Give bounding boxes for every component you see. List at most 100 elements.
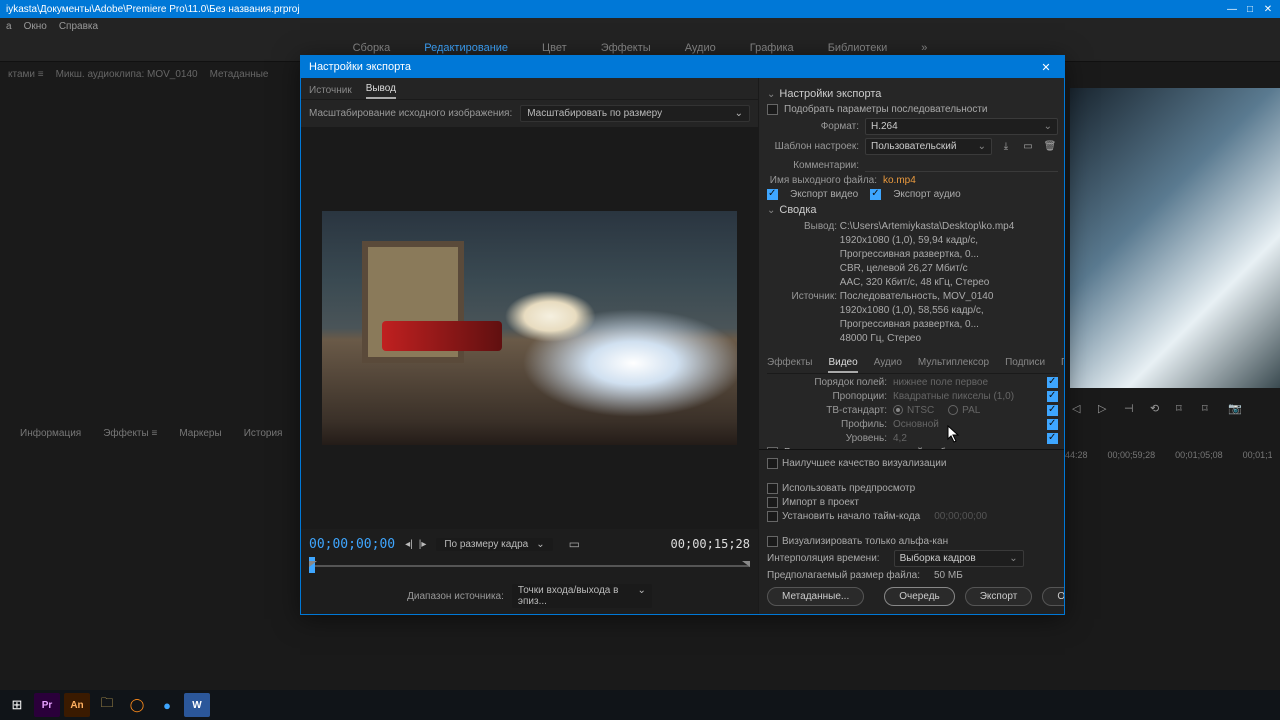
tab-audio[interactable]: Аудио bbox=[874, 354, 902, 373]
delete-preset-icon[interactable]: 🗑 bbox=[1042, 139, 1058, 155]
scrub-bar[interactable] bbox=[309, 557, 750, 575]
level-lock[interactable] bbox=[1047, 433, 1058, 444]
panel-tab[interactable]: ктами ≡ bbox=[8, 69, 44, 80]
level-label: Уровень: bbox=[767, 433, 887, 444]
fit-dropdown[interactable]: По размеру кадра ⌄ bbox=[436, 538, 552, 551]
tab-captions[interactable]: Подписи bbox=[1005, 354, 1045, 373]
play-control-icon[interactable]: ⊣ bbox=[1124, 402, 1136, 422]
profile-lock[interactable] bbox=[1047, 419, 1058, 430]
chevron-down-icon: ⌄ bbox=[1044, 121, 1052, 132]
menu-item[interactable]: Окно bbox=[24, 21, 47, 32]
section-summary[interactable]: Сводка bbox=[767, 204, 1058, 216]
tab-source[interactable]: Источник bbox=[309, 82, 352, 99]
import-preset-icon[interactable]: ⤓ bbox=[998, 139, 1014, 155]
tvstd-lock[interactable] bbox=[1047, 405, 1058, 416]
section-export-settings[interactable]: Настройки экспорта bbox=[767, 88, 1058, 100]
import-project-checkbox[interactable] bbox=[767, 497, 778, 508]
match-sequence-checkbox[interactable] bbox=[767, 104, 778, 115]
ruler-tick: 00;00;59;28 bbox=[1108, 450, 1156, 470]
taskbar-word-icon[interactable]: W bbox=[184, 693, 210, 717]
taskbar-premiere-icon[interactable]: Pr bbox=[34, 693, 60, 717]
timecode-out: 00;00;15;28 bbox=[671, 537, 750, 551]
scale-dropdown[interactable]: Масштабировать по размеру ⌄ bbox=[520, 105, 750, 122]
play-control-icon[interactable]: ▷ bbox=[1098, 402, 1110, 422]
use-preview-checkbox[interactable] bbox=[767, 483, 778, 494]
preset-dropdown[interactable]: Пользовательский⌄ bbox=[865, 138, 992, 155]
export-audio-checkbox[interactable] bbox=[870, 189, 881, 200]
play-control-icon[interactable]: ⌑ bbox=[1202, 402, 1214, 422]
max-quality-checkbox[interactable] bbox=[767, 458, 778, 469]
queue-button[interactable]: Очередь bbox=[884, 587, 955, 606]
play-control-icon[interactable]: ⌑ bbox=[1176, 402, 1188, 422]
panel-tab[interactable]: Маркеры bbox=[179, 428, 221, 439]
window-titlebar: iykasta\Документы\Adobe\Premiere Pro\11.… bbox=[0, 0, 1280, 18]
max-depth-checkbox[interactable] bbox=[767, 447, 778, 449]
timecode-in[interactable]: 00;00;00;00 bbox=[309, 537, 395, 552]
aspect-lock[interactable] bbox=[1047, 391, 1058, 402]
save-preset-icon[interactable]: ▭ bbox=[1020, 139, 1036, 155]
max-quality-label: Наилучшее качество визуализации bbox=[782, 458, 946, 469]
panel-tab[interactable]: История bbox=[244, 428, 283, 439]
format-dropdown[interactable]: H.264⌄ bbox=[865, 118, 1058, 135]
output-name-link[interactable]: ko.mp4 bbox=[883, 175, 916, 186]
maximize-icon[interactable]: □ bbox=[1244, 4, 1256, 15]
workspace-tab-active[interactable]: Редактирование bbox=[424, 42, 508, 54]
dialog-close-icon[interactable]: ✕ bbox=[1036, 61, 1056, 74]
aspect-value[interactable]: Квадратные пикселы (1,0) bbox=[893, 391, 1038, 402]
preview-viewport bbox=[301, 127, 758, 529]
play-control-icon[interactable]: ◁ bbox=[1072, 402, 1084, 422]
snapshot-icon[interactable]: 📷 bbox=[1228, 402, 1240, 422]
panel-tab[interactable]: Метаданные bbox=[210, 69, 269, 80]
preview-tabs: Источник Вывод bbox=[301, 78, 758, 100]
workspace-tab[interactable]: Цвет bbox=[542, 42, 567, 54]
workspace-more[interactable]: » bbox=[921, 42, 927, 54]
panel-tab[interactable]: Микш. аудиоклипа: MOV_0140 bbox=[56, 69, 198, 80]
source-range-dropdown[interactable]: Точки входа/выхода в эпиз... ⌄ bbox=[512, 584, 652, 608]
tab-effects[interactable]: Эффекты bbox=[767, 354, 812, 373]
workspace-tab[interactable]: Эффекты bbox=[601, 42, 651, 54]
field-order-value[interactable]: нижнее поле первое bbox=[893, 377, 1038, 388]
field-order-lock[interactable] bbox=[1047, 377, 1058, 388]
play-control-icon[interactable]: ⟲ bbox=[1150, 402, 1162, 422]
tvstd-ntsc-radio[interactable] bbox=[893, 405, 903, 415]
workspace-tab[interactable]: Библиотеки bbox=[828, 42, 888, 54]
export-video-checkbox[interactable] bbox=[767, 189, 778, 200]
taskbar-blender-icon[interactable]: ◯ bbox=[124, 693, 150, 717]
start-button[interactable]: ⊞ bbox=[4, 693, 30, 717]
tab-publish[interactable]: Публикац bbox=[1061, 354, 1064, 373]
summary-line: AAC, 320 Кбит/с, 48 кГц, Стерео bbox=[840, 277, 990, 288]
set-tc-checkbox[interactable] bbox=[767, 511, 778, 522]
ruler-tick: 44:28 bbox=[1065, 450, 1088, 470]
tab-output[interactable]: Вывод bbox=[366, 80, 396, 99]
tab-video[interactable]: Видео bbox=[828, 354, 857, 373]
out-point-handle[interactable] bbox=[742, 561, 750, 567]
menu-item[interactable]: Справка bbox=[59, 21, 98, 32]
tvstd-pal-radio[interactable] bbox=[948, 405, 958, 415]
workspace-tab[interactable]: Графика bbox=[750, 42, 794, 54]
panel-tab[interactable]: Эффекты ≡ bbox=[103, 428, 157, 439]
step-back-icon[interactable]: ◂| bbox=[405, 539, 413, 550]
timeline-ruler[interactable]: 44:28 00;00;59;28 00;01;05;08 00;01;14;2 bbox=[1065, 450, 1272, 470]
workspace-tab[interactable]: Сборка bbox=[353, 42, 391, 54]
taskbar-animate-icon[interactable]: An bbox=[64, 693, 90, 717]
step-forward-icon[interactable]: |▸ bbox=[419, 539, 427, 550]
export-button[interactable]: Экспорт bbox=[965, 587, 1033, 606]
comments-input[interactable] bbox=[865, 158, 1058, 172]
menu-item[interactable]: а bbox=[6, 21, 12, 32]
metadata-button[interactable]: Метаданные... bbox=[767, 587, 864, 606]
workspace-tab[interactable]: Аудио bbox=[685, 42, 716, 54]
cancel-button[interactable]: Отмена bbox=[1042, 587, 1064, 606]
minimize-icon[interactable]: — bbox=[1226, 4, 1238, 15]
taskbar-explorer-icon[interactable]: 🗀 bbox=[94, 693, 120, 717]
aspect-toggle-icon[interactable]: ▭ bbox=[569, 537, 580, 551]
in-point-handle[interactable] bbox=[309, 561, 317, 567]
interp-dropdown[interactable]: Выборка кадров⌄ bbox=[894, 550, 1024, 567]
level-value[interactable]: 4,2 bbox=[893, 433, 1038, 444]
tab-multiplexer[interactable]: Мультиплексор bbox=[918, 354, 989, 373]
alpha-only-checkbox[interactable] bbox=[767, 536, 778, 547]
panel-tab[interactable]: Информация bbox=[20, 428, 81, 439]
taskbar-browser-icon[interactable]: ● bbox=[154, 693, 180, 717]
profile-value[interactable]: Основной bbox=[893, 419, 1038, 430]
close-icon[interactable]: ✕ bbox=[1262, 4, 1274, 15]
dialog-titlebar[interactable]: Настройки экспорта ✕ bbox=[301, 56, 1064, 78]
